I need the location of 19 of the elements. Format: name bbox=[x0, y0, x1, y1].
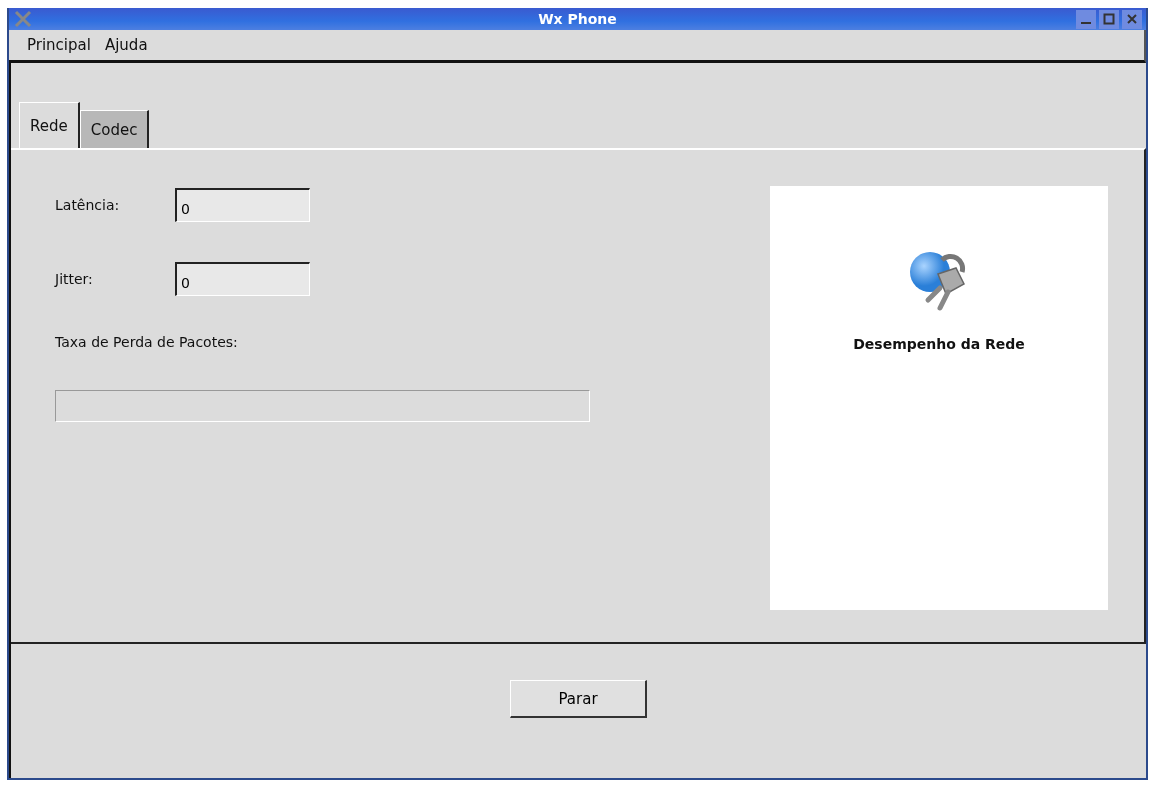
menu-item[interactable]: Ajuda bbox=[104, 36, 148, 54]
close-button[interactable] bbox=[1122, 9, 1142, 29]
window-title: Wx Phone bbox=[538, 11, 617, 27]
field-label: Latência: bbox=[55, 197, 121, 213]
input-field[interactable]: 0 bbox=[175, 188, 310, 222]
tab[interactable]: Codec bbox=[79, 110, 150, 148]
menu-item[interactable]: Principal bbox=[27, 36, 91, 54]
stop-button[interactable]: Parar bbox=[510, 680, 647, 718]
minimize-icon bbox=[1081, 22, 1091, 24]
packet-loss-label: Taxa de Perda de Pacotes: bbox=[55, 334, 239, 350]
app-icon bbox=[13, 9, 33, 29]
panel-caption: Desempenho da Rede bbox=[853, 336, 1025, 352]
tab[interactable]: Rede bbox=[19, 102, 80, 148]
field-label: Jitter: bbox=[55, 271, 94, 287]
input-field[interactable]: 0 bbox=[175, 262, 310, 296]
close-icon bbox=[1126, 13, 1138, 25]
minimize-button[interactable] bbox=[1076, 9, 1096, 29]
maximize-icon bbox=[1103, 13, 1115, 25]
maximize-button[interactable] bbox=[1099, 9, 1119, 29]
